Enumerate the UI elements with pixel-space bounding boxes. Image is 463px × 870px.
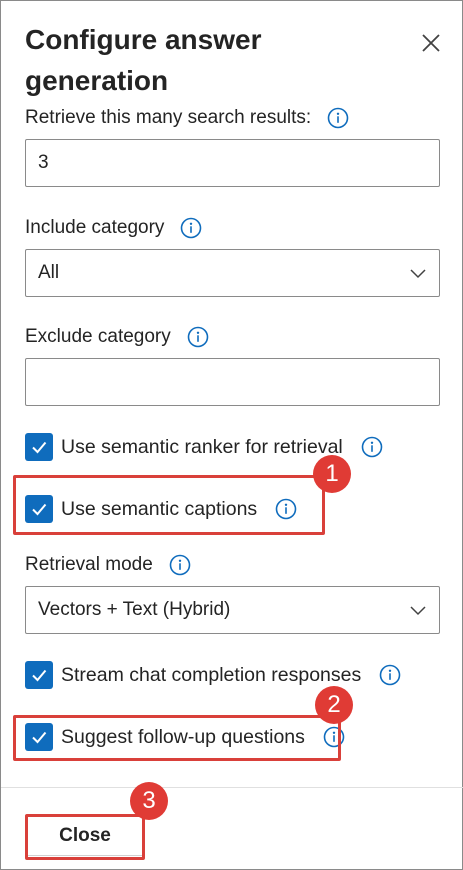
include-category-selected: All xyxy=(38,262,60,283)
stream-responses-label: Stream chat completion responses xyxy=(61,663,362,686)
stream-responses-checkbox[interactable] xyxy=(25,661,53,689)
close-icon[interactable] xyxy=(417,29,445,57)
info-icon[interactable] xyxy=(180,217,202,239)
configure-panel: Configure answer generation Retrieve thi… xyxy=(0,0,463,870)
chevron-down-icon xyxy=(410,269,426,279)
checkmark-icon xyxy=(32,441,47,454)
semantic-ranker-label: Use semantic ranker for retrieval xyxy=(61,435,343,458)
retrieval-mode-dropdown[interactable]: Vectors + Text (Hybrid) xyxy=(25,586,440,634)
callout-badge-3: 3 xyxy=(130,782,168,820)
retrieve-count-input[interactable]: 3 xyxy=(25,139,440,187)
footer-divider xyxy=(1,787,463,788)
include-category-label: Include category xyxy=(25,217,202,239)
info-icon[interactable] xyxy=(187,326,209,348)
info-icon[interactable] xyxy=(169,554,191,576)
checkmark-icon xyxy=(32,669,47,682)
retrieve-count-label-text: Retrieve this many search results: xyxy=(25,107,312,128)
exclude-category-label: Exclude category xyxy=(25,326,209,348)
info-icon[interactable] xyxy=(379,664,401,686)
highlight-box-followup-questions xyxy=(13,715,341,761)
panel-title: Configure answer generation xyxy=(25,24,262,96)
info-icon[interactable] xyxy=(327,107,349,129)
callout-badge-1: 1 xyxy=(313,455,351,493)
semantic-ranker-checkbox[interactable] xyxy=(25,433,53,461)
chevron-down-icon xyxy=(410,606,426,616)
highlight-box-close-button xyxy=(25,814,145,860)
retrieve-count-label: Retrieve this many search results: xyxy=(25,107,349,129)
retrieval-mode-label: Retrieval mode xyxy=(25,554,191,576)
info-icon[interactable] xyxy=(361,436,383,458)
exclude-category-input[interactable] xyxy=(25,358,440,406)
callout-badge-2: 2 xyxy=(315,686,353,724)
retrieval-mode-selected: Vectors + Text (Hybrid) xyxy=(38,599,231,620)
highlight-box-semantic-captions xyxy=(13,475,325,535)
include-category-label-text: Include category xyxy=(25,217,165,238)
retrieve-count-value: 3 xyxy=(38,152,49,173)
stream-responses-option[interactable]: Stream chat completion responses xyxy=(25,661,401,689)
exclude-category-label-text: Exclude category xyxy=(25,326,171,347)
include-category-dropdown[interactable]: All xyxy=(25,249,440,297)
retrieval-mode-label-text: Retrieval mode xyxy=(25,554,153,575)
